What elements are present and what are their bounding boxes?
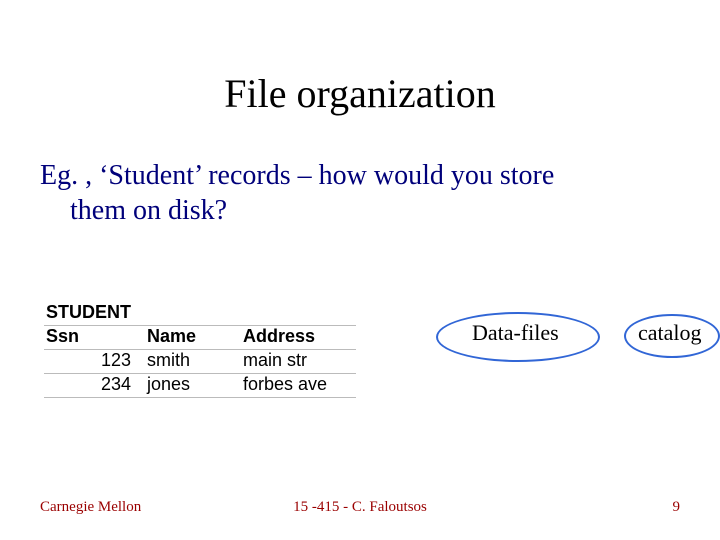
cell-ssn: 123 (44, 350, 137, 374)
cell-ssn: 234 (44, 374, 137, 398)
col-ssn-header: Ssn (44, 326, 137, 350)
body-line-1: Eg. , ‘Student’ records – how would you … (40, 158, 680, 193)
col-address-header: Address (241, 326, 356, 350)
table-header-row: STUDENT (44, 302, 356, 326)
slide: File organization Eg. , ‘Student’ record… (0, 0, 720, 540)
footer-page-number: 9 (673, 499, 681, 516)
slide-title: File organization (0, 70, 720, 117)
cell-name: smith (145, 350, 215, 374)
cell-name: jones (145, 374, 215, 398)
table-column-row: Ssn Name Address (44, 326, 356, 350)
label-datafiles: Data-files (472, 320, 559, 346)
cell-address: main str (241, 350, 356, 374)
body-line-2: them on disk? (40, 193, 680, 228)
table-title-cell: STUDENT (44, 302, 137, 326)
table-row: 123 smith main str (44, 350, 356, 374)
footer-center: 15 -415 - C. Faloutsos (0, 499, 720, 516)
body-text: Eg. , ‘Student’ records – how would you … (40, 158, 680, 228)
student-table-wrap: STUDENT Ssn Name Address 123 smith main … (44, 302, 356, 398)
cell-address: forbes ave (241, 374, 356, 398)
label-catalog: catalog (638, 320, 702, 346)
col-name-header: Name (145, 326, 215, 350)
student-table: STUDENT Ssn Name Address 123 smith main … (44, 302, 356, 398)
table-row: 234 jones forbes ave (44, 374, 356, 398)
